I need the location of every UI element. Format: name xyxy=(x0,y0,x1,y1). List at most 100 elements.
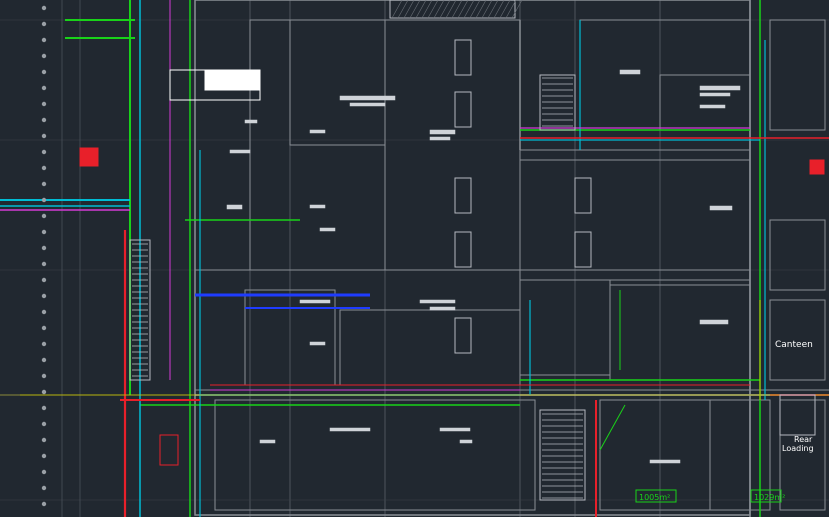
room-g xyxy=(339,309,521,386)
text-block xyxy=(429,306,456,311)
hatch xyxy=(451,0,463,19)
red-fixture xyxy=(809,159,825,175)
green-diagonal xyxy=(599,404,626,451)
area-label-1029: 1029m² xyxy=(754,493,785,502)
grid-bubble xyxy=(41,309,47,315)
room-b xyxy=(384,19,521,271)
stair xyxy=(539,74,576,131)
text-block xyxy=(229,149,251,154)
text-block xyxy=(699,104,726,109)
grid-bubble xyxy=(41,421,47,427)
grid-bubble xyxy=(41,485,47,491)
text-block xyxy=(649,459,681,464)
grid-bubble xyxy=(41,197,47,203)
floor-plan-drawing[interactable]: Canteen Rear Loading 1005m² 1029m² xyxy=(0,0,829,517)
text-block xyxy=(699,92,731,97)
hatch xyxy=(439,0,451,19)
text-block xyxy=(619,69,641,75)
text-block xyxy=(329,427,371,432)
room-m xyxy=(769,19,826,131)
loading-label: Loading xyxy=(782,444,814,453)
grid-bubble xyxy=(41,101,47,107)
grid-bubble xyxy=(41,357,47,363)
text-block xyxy=(319,227,336,232)
hatch xyxy=(475,0,487,19)
text-block xyxy=(429,136,451,141)
text-block xyxy=(309,129,326,134)
equipment-block xyxy=(204,69,261,91)
text-block xyxy=(226,204,243,210)
grid-bubble xyxy=(41,389,47,395)
canteen-label: Canteen xyxy=(775,340,813,350)
column-box xyxy=(454,91,472,128)
red-fixture xyxy=(79,147,99,167)
grid-bubble xyxy=(41,37,47,43)
room-p xyxy=(779,399,826,511)
text-block xyxy=(309,204,326,209)
hatch xyxy=(421,0,433,19)
text-blocks xyxy=(226,69,741,464)
loading-bay xyxy=(779,394,816,436)
hatch xyxy=(469,0,481,19)
grid-bubble xyxy=(41,133,47,139)
grid-bubble xyxy=(41,229,47,235)
text-block xyxy=(459,439,473,444)
text-block xyxy=(419,299,456,304)
room-n xyxy=(769,219,826,291)
grid-bubble xyxy=(41,325,47,331)
grid-bubble xyxy=(41,149,47,155)
grid-bubble xyxy=(41,181,47,187)
grid-bubble xyxy=(41,53,47,59)
cad-viewport[interactable]: Canteen Rear Loading 1005m² 1029m² xyxy=(0,0,829,517)
hatch xyxy=(391,0,403,19)
text-block xyxy=(309,341,326,346)
hatch xyxy=(493,0,505,19)
grid-bubble xyxy=(41,85,47,91)
text-block xyxy=(349,102,386,107)
grid-bubble xyxy=(41,261,47,267)
room-a1 xyxy=(289,19,386,146)
column-box xyxy=(574,177,592,214)
hatch xyxy=(403,0,415,19)
text-block xyxy=(699,85,741,91)
room-c xyxy=(519,159,751,281)
text-block xyxy=(709,205,733,211)
column-box xyxy=(574,231,592,268)
room-h xyxy=(214,399,536,511)
grid-bubble xyxy=(41,21,47,27)
hatch xyxy=(487,0,499,19)
grid-bubble xyxy=(41,165,47,171)
column-box xyxy=(454,39,472,76)
hatch xyxy=(409,0,421,19)
area-label-1005: 1005m² xyxy=(639,493,670,502)
room-e xyxy=(609,284,751,381)
hatch xyxy=(445,0,457,19)
red-fixture xyxy=(159,434,179,466)
hatch xyxy=(415,0,427,19)
column-box xyxy=(454,177,472,214)
hatch xyxy=(463,0,475,19)
hatch xyxy=(457,0,469,19)
text-block xyxy=(439,427,471,432)
grid-bubble xyxy=(41,5,47,11)
text-block xyxy=(429,129,456,135)
room-d xyxy=(519,279,611,376)
text-block xyxy=(699,319,729,325)
hatch xyxy=(427,0,439,19)
grid-bubble xyxy=(41,117,47,123)
column-box xyxy=(454,231,472,268)
grid-bubble xyxy=(41,373,47,379)
service-lines xyxy=(0,0,829,517)
grid-bubble xyxy=(41,245,47,251)
grid-bubble xyxy=(41,501,47,507)
grid-bubble xyxy=(41,341,47,347)
text-block xyxy=(259,439,276,444)
grid-bubbles xyxy=(41,5,47,507)
grid-bubble xyxy=(41,213,47,219)
text-block xyxy=(299,299,331,304)
grid-bubble xyxy=(41,453,47,459)
grid-bubble xyxy=(41,69,47,75)
grid-bubble xyxy=(41,437,47,443)
rear-label: Rear xyxy=(794,435,813,444)
hatch xyxy=(511,0,523,19)
